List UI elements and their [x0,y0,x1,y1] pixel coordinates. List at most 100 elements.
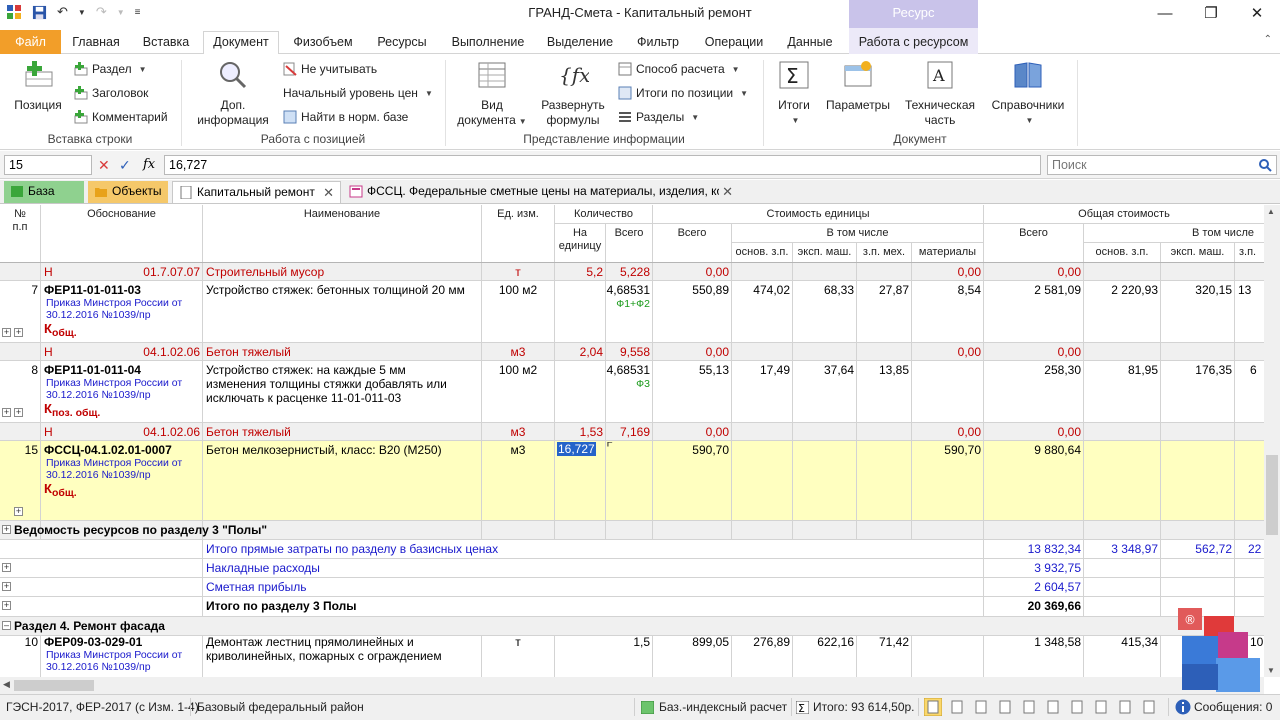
horizontal-scrollbar[interactable]: ◀ [0,677,1264,694]
cell-reference-box[interactable]: 15 [4,155,92,175]
section-button[interactable]: Раздел ▼ [74,62,147,76]
tab-filter[interactable]: Фильтр [628,32,688,54]
sections-dropdown[interactable]: Разделы ▼ [618,110,699,124]
references-button[interactable]: Справочники ▼ [988,60,1068,128]
view-mode-2-icon[interactable] [948,698,966,716]
comment-button[interactable]: Комментарий [74,110,168,124]
vertical-scroll-thumb[interactable] [1266,455,1278,535]
header-unit-cost[interactable]: Стоимость единицы [653,208,983,221]
header-unit-cost-total[interactable]: Всего [653,227,731,240]
header-name[interactable]: Наименование [203,208,481,221]
expand-icon[interactable]: + [2,408,11,417]
expand-icon[interactable]: + [14,507,23,516]
search-input[interactable]: Поиск [1047,155,1277,175]
view-mode-9-icon[interactable] [1116,698,1134,716]
collapse-icon[interactable]: – [2,621,11,630]
header-tc-osn-zp[interactable]: основ. з.п. [1084,246,1160,259]
status-normative-base[interactable]: ГЭСН-2017, ФЕР-2017 (с Изм. 1-4) [6,700,199,714]
scroll-up-icon[interactable]: ▲ [1267,207,1275,216]
view-mode-5-icon[interactable] [1020,698,1038,716]
technical-part-button[interactable]: A Техническая часть [900,60,980,128]
status-region[interactable]: Базовый федеральный район [197,700,364,714]
doc-tab-fssc[interactable]: ФССЦ. Федеральные сметные цены на матери… [343,181,739,203]
header-qty-total[interactable]: Всего [606,227,652,240]
position-qty-total[interactable]: 1,5 [606,635,650,649]
header-materials[interactable]: материалы [912,246,983,259]
tab-insert[interactable]: Вставка [136,32,196,54]
coefficient-label[interactable]: Кобщ. [44,322,77,340]
expand-icon[interactable]: + [2,525,11,534]
close-tab-icon[interactable]: ✕ [722,181,733,202]
confirm-icon[interactable]: ✓ [119,155,131,175]
order-reference-date[interactable]: 30.12.2016 №1039/пр [46,309,151,322]
view-mode-7-icon[interactable] [1068,698,1086,716]
close-tab-icon[interactable]: ✕ [323,182,334,203]
header-qty-per-unit[interactable]: На единицу [555,227,605,253]
collapse-ribbon-icon[interactable]: ⌃ [1264,34,1272,45]
view-mode-1-icon[interactable] [924,698,942,716]
view-mode-6-icon[interactable] [1044,698,1062,716]
header-unit-cost-incl[interactable]: В том числе [732,227,983,240]
position-totals-dropdown[interactable]: Итоги по позиции ▼ [618,86,748,100]
doc-tab-current[interactable]: Капитальный ремонт ✕ [172,181,341,203]
tab-file[interactable]: Файл [0,30,61,54]
tab-resources[interactable]: Ресурсы [368,32,436,54]
header-eksp-mash[interactable]: эксп. маш. [793,246,856,259]
calc-method-dropdown[interactable]: Способ расчета ▼ [618,62,740,76]
document-view-button[interactable]: Вид документа ▼ [454,60,530,129]
fx-icon[interactable]: fx [143,155,155,175]
expand-icon[interactable]: + [14,328,23,337]
header-quantity[interactable]: Количество [555,208,652,221]
header-osn-zp[interactable]: основ. з.п. [732,246,792,259]
heading-button[interactable]: Заголовок [74,86,148,100]
coefficient-label[interactable]: Кобщ. [44,482,77,500]
scroll-left-icon[interactable]: ◀ [3,679,10,690]
tab-selection[interactable]: Выделение [540,32,620,54]
minimize-button[interactable]: — [1142,0,1188,28]
doc-tab-objects[interactable]: Объекты [88,181,168,203]
view-mode-3-icon[interactable] [972,698,990,716]
position-qty-total[interactable]: 4,68531 [606,363,650,377]
qty-edit-input[interactable]: 16,727 [557,442,596,456]
scroll-down-icon[interactable]: ▼ [1267,666,1275,675]
expand-icon[interactable]: + [2,601,11,610]
header-num[interactable]: № п.п [0,208,40,234]
order-reference-date[interactable]: 30.12.2016 №1039/пр [46,469,151,482]
tab-resource-work[interactable]: Работа с ресурсом [849,28,978,54]
search-icon[interactable] [1258,158,1272,172]
view-mode-8-icon[interactable] [1092,698,1110,716]
ignore-button[interactable]: Не учитывать [283,62,377,76]
tab-document[interactable]: Документ [203,31,279,55]
parameters-button[interactable]: Параметры [824,60,892,113]
header-total-cost-incl[interactable]: В том числе [1084,227,1264,240]
tab-execution[interactable]: Выполнение [446,32,530,54]
expand-icon[interactable]: + [2,563,11,572]
tab-physvolume[interactable]: Физобъем [286,32,360,54]
expand-formulas-button[interactable]: {fx} Развернуть формулы [536,60,610,128]
doc-tab-base[interactable]: База [4,181,84,203]
position-qty-total[interactable]: 4,68531 [606,283,650,297]
cancel-icon[interactable]: ✕ [98,155,110,175]
header-total-cost[interactable]: Общая стоимость [984,208,1264,221]
close-window-button[interactable]: ✕ [1234,0,1280,28]
header-total-cost-total[interactable]: Всего [984,227,1083,240]
coefficient-label[interactable]: Кпоз. общ. [44,402,100,420]
status-messages[interactable]: Сообщения: 0 [1194,700,1272,714]
expand-icon[interactable]: + [14,408,23,417]
view-mode-4-icon[interactable] [996,698,1014,716]
totals-button[interactable]: Σ Итоги ▼ [770,60,818,128]
header-unit[interactable]: Ед. изм. [482,208,554,221]
position-button[interactable]: Позиция [8,60,68,113]
start-price-level-dropdown[interactable]: Начальный уровень цен ▼ [283,86,433,100]
tab-data[interactable]: Данные [780,32,840,54]
expand-icon[interactable]: + [2,328,11,337]
horizontal-scroll-thumb[interactable] [14,680,94,691]
status-calc-mode[interactable]: Баз.-индексный расчет [659,700,787,714]
tab-operations[interactable]: Операции [698,32,770,54]
additional-info-button[interactable]: Доп. информация [190,60,276,128]
find-in-norm-base-button[interactable]: Найти в норм. базе [283,110,408,124]
view-mode-10-icon[interactable] [1140,698,1158,716]
header-basis[interactable]: Обоснование [41,208,202,221]
tab-home[interactable]: Главная [66,32,126,54]
order-reference-date[interactable]: 30.12.2016 №1039/пр [46,389,151,402]
